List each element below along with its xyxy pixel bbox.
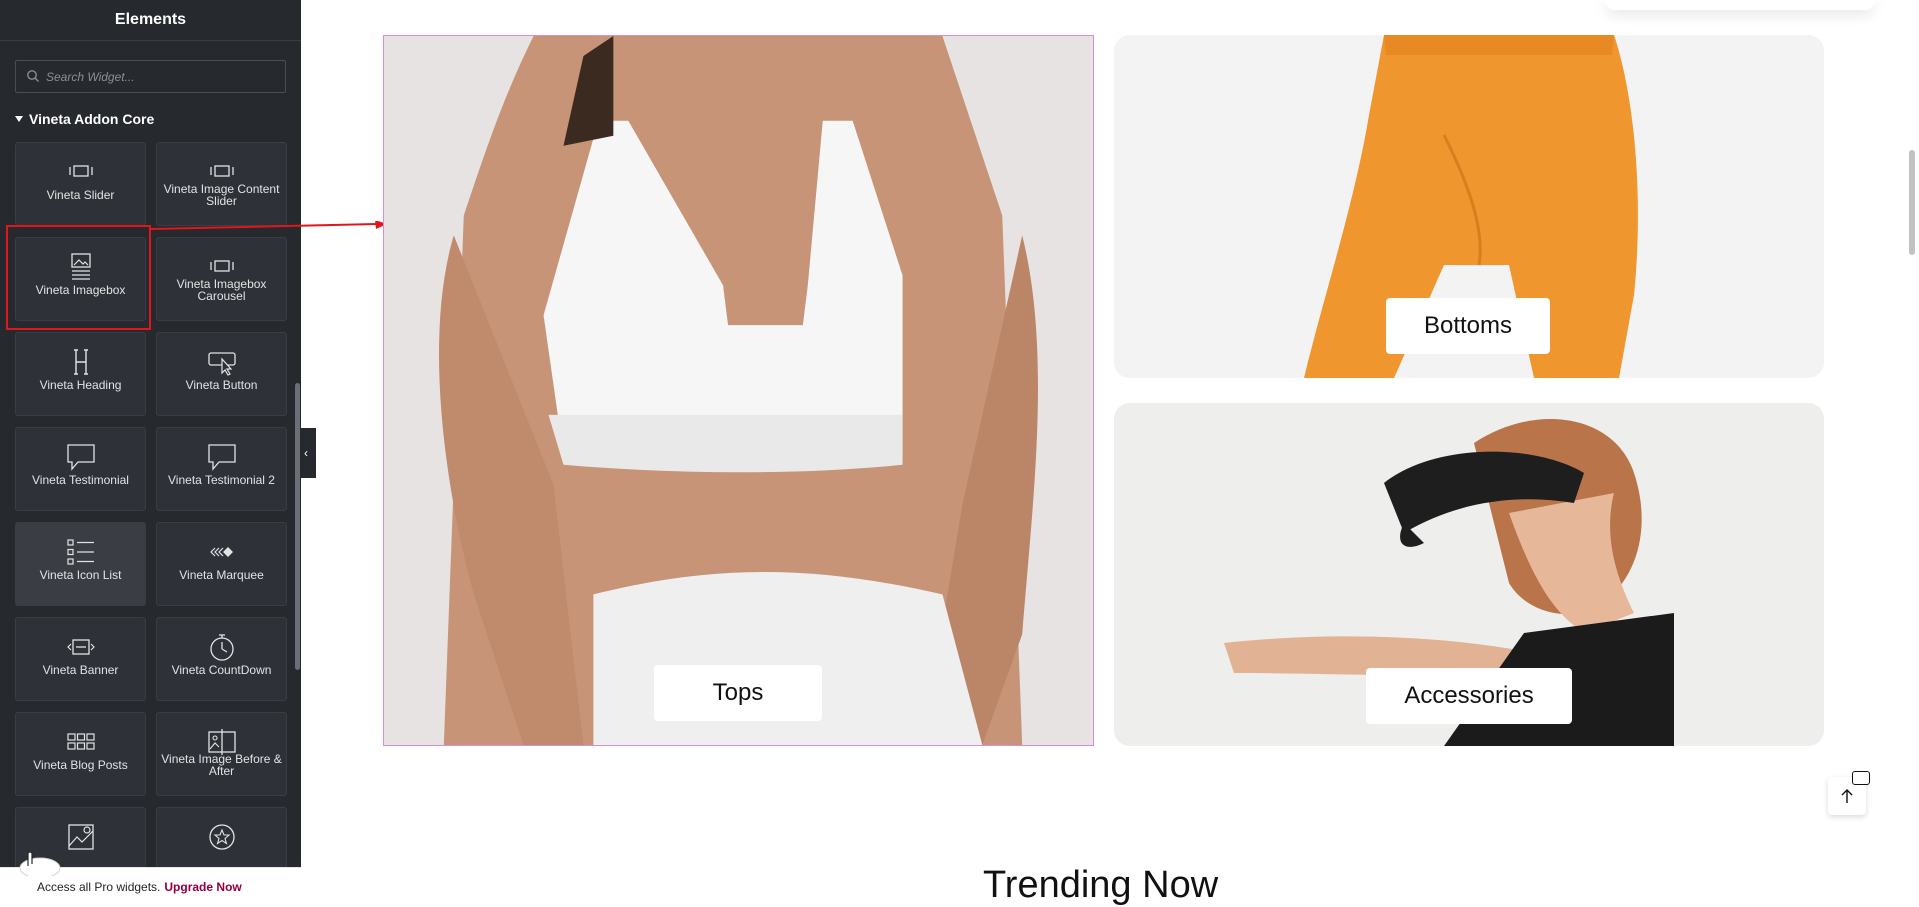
search-widget-field[interactable] bbox=[15, 60, 286, 93]
category-title: Vineta Addon Core bbox=[29, 111, 155, 127]
stopwatch-icon bbox=[207, 632, 237, 662]
widget-vineta-slider[interactable]: Vineta Slider bbox=[15, 142, 146, 226]
widget-vineta-image-before-after[interactable]: Vineta Image Before & After bbox=[156, 712, 287, 796]
divider bbox=[0, 40, 301, 41]
arrow-up-icon bbox=[1841, 789, 1853, 803]
image-map-icon bbox=[66, 822, 96, 852]
widget-label: Vineta Blog Posts bbox=[33, 758, 128, 772]
collapse-panel-button[interactable]: ‹ bbox=[301, 428, 316, 478]
widget-label: Vineta Marquee bbox=[179, 568, 264, 582]
category-card-bottoms[interactable]: Bottoms bbox=[1114, 35, 1824, 378]
pro-promo-bar: Access all Pro widgets. Upgrade Now bbox=[0, 851, 301, 907]
back-to-top-button[interactable] bbox=[1828, 771, 1870, 815]
widget-vineta-countdown[interactable]: Vineta CountDown bbox=[156, 617, 287, 701]
widget-vineta-button[interactable]: Vineta Button bbox=[156, 332, 287, 416]
promo-text: Access all Pro widgets. bbox=[37, 880, 161, 894]
panel-title: Elements bbox=[114, 11, 187, 28]
category-toggle[interactable]: Vineta Addon Core bbox=[15, 110, 154, 128]
widget-vineta-testimonial[interactable]: Vineta Testimonial bbox=[15, 427, 146, 511]
chevron-left-icon: ‹ bbox=[304, 446, 308, 460]
widget-label: Vineta CountDown bbox=[171, 663, 272, 677]
upgrade-now-link[interactable]: Upgrade Now bbox=[164, 880, 241, 894]
icon-list-icon bbox=[66, 537, 96, 567]
page-scrollbar-thumb[interactable] bbox=[1909, 150, 1915, 255]
category-card-accessories[interactable]: Accessories bbox=[1114, 403, 1824, 746]
widget-label: Vineta Image Before & After bbox=[161, 752, 282, 778]
panel-scrollbar-thumb[interactable] bbox=[295, 383, 300, 670]
speech-bubble-icon bbox=[66, 442, 96, 472]
widget-label: Vineta Heading bbox=[39, 378, 122, 392]
widget-label: Vineta Slider bbox=[46, 188, 115, 202]
header-dropdown-shadow bbox=[1605, 0, 1875, 10]
widget-vineta-image-content-slider[interactable]: Vineta Image Content Slider bbox=[156, 142, 287, 226]
chat-bubble-icon bbox=[1852, 771, 1870, 785]
marquee-icon bbox=[207, 537, 237, 567]
heading-icon bbox=[66, 347, 96, 377]
speech-bubble-icon bbox=[207, 442, 237, 472]
elements-panel: Elements Vineta Addon Core Vineta Slider… bbox=[0, 0, 301, 907]
caret-down-icon bbox=[15, 116, 23, 122]
slider-icon bbox=[66, 157, 96, 187]
widget-label: Vineta Testimonial bbox=[32, 473, 129, 487]
grid-icon bbox=[66, 727, 96, 757]
widget-label: Vineta Button bbox=[185, 378, 258, 392]
widget-vineta-banner[interactable]: Vineta Banner bbox=[15, 617, 146, 701]
annotation-arrow bbox=[151, 221, 387, 230]
widget-label: Vineta Testimonial 2 bbox=[168, 473, 275, 487]
widget-vineta-heading[interactable]: Vineta Heading bbox=[15, 332, 146, 416]
widget-label: Vineta Imagebox Carousel bbox=[176, 277, 267, 303]
widget-vineta-marquee[interactable]: Vineta Marquee bbox=[156, 522, 287, 606]
widget-vineta-icon-list[interactable]: Vineta Icon List bbox=[15, 522, 146, 606]
widget-vineta-testimonial-2[interactable]: Vineta Testimonial 2 bbox=[156, 427, 287, 511]
category-label-tops[interactable]: Tops bbox=[654, 665, 822, 721]
section-heading-trending-now: Trending Now bbox=[983, 864, 1219, 906]
widget-label: Vineta Icon List bbox=[39, 568, 122, 582]
category-label-bottoms[interactable]: Bottoms bbox=[1386, 298, 1550, 354]
widget-label: Vineta Image Content Slider bbox=[163, 182, 280, 208]
selection-highlight bbox=[6, 225, 151, 330]
button-icon bbox=[207, 347, 237, 377]
widget-vineta-imagebox-carousel[interactable]: Vineta Imagebox Carousel bbox=[156, 237, 287, 321]
widget-vineta-blog-posts[interactable]: Vineta Blog Posts bbox=[15, 712, 146, 796]
widget-label: Vineta Banner bbox=[42, 663, 119, 677]
search-icon bbox=[27, 70, 39, 82]
banner-icon bbox=[66, 632, 96, 662]
tops-product-photo bbox=[384, 36, 1093, 745]
star-icon bbox=[207, 822, 237, 852]
category-label-accessories[interactable]: Accessories bbox=[1366, 668, 1572, 724]
search-input[interactable] bbox=[46, 61, 281, 92]
category-card-tops[interactable]: Tops bbox=[383, 35, 1094, 746]
